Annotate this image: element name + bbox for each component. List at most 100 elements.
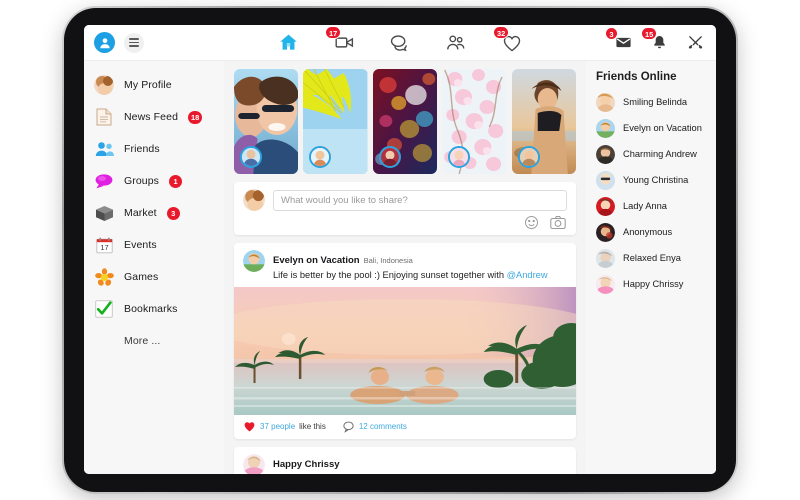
- story-cherry-blossom[interactable]: [442, 69, 507, 174]
- speech-bubble-icon: [94, 171, 114, 191]
- video-badge: 17: [325, 25, 342, 39]
- mail-badge: 3: [605, 26, 618, 40]
- sidebar-label: Bookmarks: [124, 303, 178, 315]
- post-meta: Evelyn on Vacation Bali, Indonesia Life i…: [273, 250, 548, 282]
- screenshot-root: 17 32 3 15 My Profile News Feed 18 Frien…: [0, 0, 800, 500]
- composer-input[interactable]: [273, 189, 567, 211]
- people-icon[interactable]: [444, 31, 468, 55]
- friends-online-title: Friends Online: [596, 71, 677, 83]
- post-location: Bali, Indonesia: [363, 256, 413, 265]
- chat-bubble-icon[interactable]: [388, 31, 412, 55]
- friend-online-item[interactable]: Smiling Belinda: [592, 89, 716, 115]
- sidebar-item-events[interactable]: 17 Events: [84, 229, 224, 261]
- sidebar-label: Groups: [124, 175, 160, 187]
- calendar-icon: 17: [94, 235, 114, 255]
- smiley-face-icon[interactable]: [524, 215, 539, 230]
- story-avatar: [517, 146, 540, 168]
- composer-avatar: [243, 189, 265, 211]
- people-icon: [94, 139, 114, 159]
- post-meta: Happy Chrissy Let me share with you toda…: [273, 454, 567, 474]
- friend-online-item[interactable]: Happy Chrissy: [592, 271, 716, 297]
- post-composer: [234, 182, 576, 235]
- friend-online-item[interactable]: Charming Andrew: [592, 141, 716, 167]
- post-card: Evelyn on Vacation Bali, Indonesia Life i…: [234, 243, 576, 440]
- likes-badge: 32: [493, 25, 510, 39]
- home-icon[interactable]: [276, 31, 300, 55]
- post-card: Happy Chrissy Let me share with you toda…: [234, 447, 576, 474]
- sidebar-item-my-profile[interactable]: My Profile: [84, 69, 224, 101]
- flower-burst-icon: [94, 267, 114, 287]
- friend-name: Anonymous: [623, 227, 673, 237]
- tools-icon[interactable]: [684, 32, 706, 54]
- sidebar-label: My Profile: [124, 79, 172, 91]
- post-author: Evelyn on Vacation: [273, 255, 360, 266]
- post-avatar[interactable]: [243, 454, 265, 474]
- hamburger-menu-icon[interactable]: [124, 32, 144, 53]
- story-beach-woman[interactable]: [511, 69, 577, 174]
- friend-name: Charming Andrew: [623, 149, 697, 159]
- friend-online-item[interactable]: Relaxed Enya: [592, 245, 716, 271]
- post-comments[interactable]: 12 comments: [342, 420, 407, 433]
- bell-icon[interactable]: 15: [641, 26, 670, 54]
- check-mark-icon: [94, 299, 114, 319]
- avatar: [596, 92, 615, 112]
- sidebar-label: News Feed: [124, 111, 179, 123]
- sidebar-item-news-feed[interactable]: News Feed 18: [84, 101, 224, 133]
- sidebar-label: Market: [124, 207, 157, 219]
- tablet-bezel: 17 32 3 15 My Profile News Feed 18 Frien…: [64, 8, 736, 492]
- sidebar-item-games[interactable]: Games: [84, 261, 224, 293]
- envelope-icon[interactable]: 3: [605, 26, 634, 54]
- profile-photo-icon: [94, 75, 114, 95]
- post-likes[interactable]: 37 people like this: [243, 420, 326, 433]
- sidebar-label: Events: [124, 239, 157, 251]
- friend-name: Evelyn on Vacation: [623, 123, 702, 133]
- sidebar-item-friends[interactable]: Friends: [84, 133, 224, 165]
- tablet-device-frame: 17 32 3 15 My Profile News Feed 18 Frien…: [62, 6, 738, 494]
- avatar: [596, 196, 615, 216]
- story-yellow-palm[interactable]: [303, 69, 368, 174]
- camera-icon[interactable]: [550, 215, 566, 230]
- post-text-line1: Let me share with you today my thoughts …: [273, 473, 567, 474]
- comment-bubble-icon: [343, 421, 354, 433]
- sidebar-label: More ...: [124, 335, 161, 347]
- likes-label: like this: [299, 422, 326, 432]
- friend-name: Happy Chrissy: [623, 279, 684, 289]
- story-couple-selfie[interactable]: [234, 69, 299, 174]
- stories-row: [234, 69, 577, 174]
- news-feed-column: Evelyn on VacationBali, Indonesia Life i…: [224, 61, 586, 474]
- post-header: Happy Chrissy Let me share with you toda…: [234, 447, 576, 474]
- friend-online-item[interactable]: Evelyn on Vacation: [592, 115, 716, 141]
- sidebar-label: Games: [124, 271, 159, 283]
- top-navigation-bar: 17 32 3 15: [84, 25, 716, 61]
- video-camera-icon[interactable]: 17: [325, 25, 356, 55]
- post-avatar[interactable]: [243, 250, 265, 272]
- notifications-badge: 15: [641, 26, 658, 40]
- svg-text:17: 17: [100, 243, 108, 252]
- composer-actions: [243, 215, 567, 230]
- heart-icon: [244, 422, 255, 432]
- post-mention-link[interactable]: @Andrew: [507, 270, 548, 280]
- post-photo[interactable]: [234, 287, 576, 416]
- post-text: Life is better by the pool :) Enjoying s…: [273, 269, 548, 282]
- heart-icon[interactable]: 32: [493, 25, 524, 55]
- post-text-body: Life is better by the pool :) Enjoying s…: [273, 270, 507, 280]
- left-sidebar: My Profile News Feed 18 Friends Groups 1…: [84, 61, 224, 474]
- friend-online-item[interactable]: Anonymous: [592, 219, 716, 245]
- avatar: [596, 248, 615, 268]
- composer-row: [243, 189, 567, 211]
- friend-name: Young Christina: [623, 175, 689, 185]
- friend-online-item[interactable]: Lady Anna: [592, 193, 716, 219]
- sidebar-item-market[interactable]: Market 3: [84, 197, 224, 229]
- story-bokeh-lights[interactable]: [372, 69, 438, 174]
- friend-online-item[interactable]: Young Christina: [592, 167, 716, 193]
- sidebar-item-groups[interactable]: Groups 1: [84, 165, 224, 197]
- friend-name: Smiling Belinda: [623, 97, 688, 107]
- story-avatar: [378, 146, 401, 168]
- post-header: Evelyn on Vacation Bali, Indonesia Life i…: [234, 243, 576, 287]
- avatar: [596, 170, 615, 190]
- document-icon: [94, 107, 114, 127]
- sidebar-item-bookmarks[interactable]: Bookmarks: [84, 293, 224, 325]
- user-avatar-icon[interactable]: [94, 32, 115, 53]
- sidebar-item-more[interactable]: More ...: [84, 325, 224, 357]
- friend-name: Relaxed Enya: [623, 253, 681, 263]
